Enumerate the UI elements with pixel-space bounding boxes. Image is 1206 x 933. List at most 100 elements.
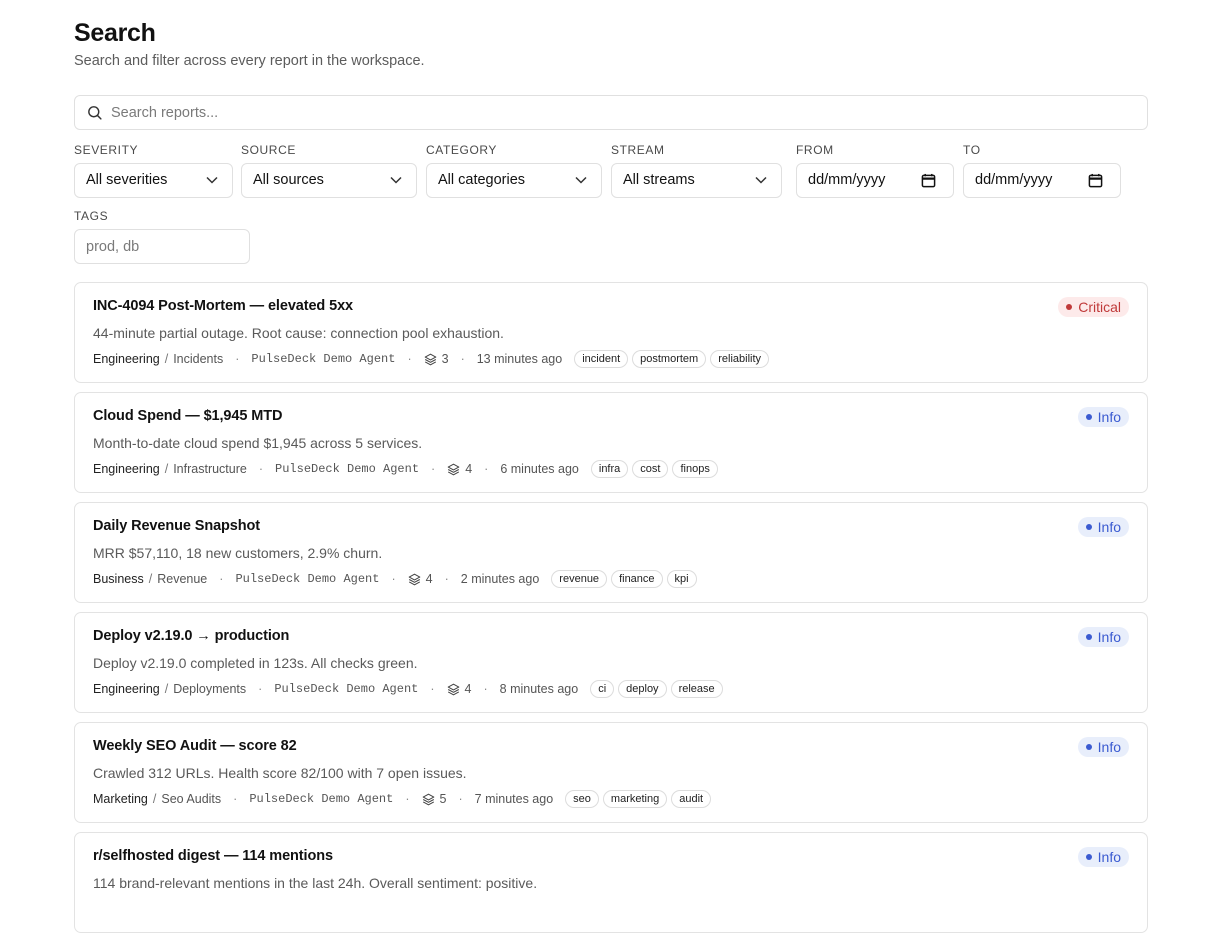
tag-chip[interactable]: deploy [618,680,667,698]
separator-dot: · [258,462,264,476]
severity-dot [1085,744,1092,750]
report-stream[interactable]: Engineering [93,682,160,696]
severity-select[interactable]: All severities [74,163,233,198]
severity-badge: Info [1077,847,1129,867]
report-title[interactable]: Weekly SEO Audit — score 82 [93,738,297,754]
stream-select-value: All streams [623,172,695,188]
report-meta: Business / Revenue · PulseDeck Demo Agent · 4 ·… [93,570,697,588]
layers-icon [447,683,459,695]
report-category[interactable]: Deployments [173,682,246,696]
from-date-input[interactable]: dd/mm/yyyy [796,163,954,198]
report-sections: 4 [447,462,472,476]
report-category[interactable]: Incidents [173,352,223,366]
separator-slash: / [152,792,157,806]
search-input[interactable] [111,96,1131,129]
to-date-input[interactable]: dd/mm/yyyy [963,163,1121,198]
report-title[interactable]: Cloud Spend — $1,945 MTD [93,408,282,424]
separator-dot: · [233,792,238,806]
separator-dot: · [258,682,263,696]
report-title[interactable]: Daily Revenue Snapshot [93,518,260,534]
report-card[interactable]: Weekly SEO Audit — score 82 Info Crawled 3… [74,722,1148,823]
tag-chip[interactable]: postmortem [632,350,707,368]
tags-input[interactable] [86,230,236,263]
report-stream[interactable]: Marketing [93,792,148,806]
tag-chip[interactable]: marketing [602,790,668,808]
severity-label: Info [1097,629,1121,645]
severity-label: Info [1097,519,1121,535]
layers-icon [422,793,434,805]
report-title[interactable]: r/selfhosted digest — 114 mentions [93,848,333,864]
report-time: 2 minutes ago [460,572,540,586]
report-category[interactable]: Infrastructure [173,462,247,476]
separator-slash: / [164,462,169,476]
tag-chip[interactable]: reliability [710,350,770,368]
report-description: Deploy v2.19.0 completed in 123s. All ch… [93,655,418,671]
layers-icon [408,573,420,585]
source-select-value: All sources [253,172,324,188]
severity-dot [1085,634,1092,640]
separator-slash: / [164,352,169,366]
report-meta: Engineering / Incidents · PulseDeck Demo Age… [93,350,770,368]
report-card[interactable]: r/selfhosted digest — 114 mentions Info 11… [74,832,1148,933]
severity-label: Info [1097,849,1121,865]
category-select-value: All categories [438,172,526,188]
tags-input-box[interactable] [74,229,250,264]
from-date-value: dd/mm/yyyy [808,172,886,188]
report-stream[interactable]: Business [93,572,144,586]
severity-badge: Info [1077,517,1129,537]
stream-select[interactable]: All streams [611,163,782,198]
report-card[interactable]: Cloud Spend — $1,945 MTD Info Month-to-dat… [74,392,1148,493]
calendar-icon[interactable] [921,173,936,188]
report-card[interactable]: Deploy v2.19.0 → production Info Deploy v2… [74,612,1148,713]
report-description: Crawled 312 URLs. Health score 82/100 wi… [93,765,467,781]
tag-chip[interactable]: finops [672,460,718,478]
section-count: 4 [465,462,473,476]
tag-chip[interactable]: revenue [551,570,608,588]
report-card[interactable]: INC-4094 Post-Mortem — elevated 5xx Criti… [74,282,1148,383]
report-tags: seo marketing audit [565,790,712,808]
report-agent: PulseDeck Demo Agent [249,792,394,806]
category-select[interactable]: All categories [426,163,602,198]
tags-label: TAGS [74,209,109,223]
tag-chip[interactable]: finance [611,570,663,588]
tag-chip[interactable]: infra [590,460,629,478]
report-sections: 4 [408,572,433,586]
report-description: MRR $57,110, 18 new customers, 2.9% chur… [93,545,383,561]
report-agent: PulseDeck Demo Agent [235,572,380,586]
report-description: 44-minute partial outage. Root cause: co… [93,325,504,341]
report-title[interactable]: INC-4094 Post-Mortem — elevated 5xx [93,298,353,314]
report-card[interactable]: Daily Revenue Snapshot Info MRR $57,110, 1… [74,502,1148,603]
severity-dot [1085,524,1092,530]
report-stream[interactable]: Engineering [93,462,160,476]
separator-dot: · [407,352,412,366]
separator-dot: · [235,352,240,366]
separator-dot: · [430,682,435,696]
separator-dot: · [219,572,224,586]
tag-chip[interactable]: kpi [666,570,697,588]
tag-chip[interactable]: audit [671,790,712,808]
separator-dot: · [460,352,465,366]
source-select[interactable]: All sources [241,163,417,198]
report-agent: PulseDeck Demo Agent [275,462,420,476]
report-category[interactable]: Revenue [157,572,207,586]
tag-chip[interactable]: seo [565,790,599,808]
layers-icon [447,463,460,475]
report-title[interactable]: Deploy v2.19.0 → production [93,628,289,644]
section-count: 4 [425,572,433,586]
tag-chip[interactable]: release [670,680,723,698]
tag-chip[interactable]: ci [590,680,615,698]
calendar-icon[interactable] [1088,173,1103,188]
severity-dot [1085,854,1092,860]
report-tags: incident postmortem reliability [574,350,770,368]
report-meta: Marketing / Seo Audits · PulseDeck Demo Agen… [93,790,712,808]
search-box[interactable] [74,95,1148,130]
severity-dot [1066,304,1073,310]
report-category[interactable]: Seo Audits [161,792,221,806]
section-count: 3 [441,352,449,366]
chevron-down-icon [390,176,402,184]
tag-chip[interactable]: cost [632,460,669,478]
report-stream[interactable]: Engineering [93,352,160,366]
chevron-down-icon [206,176,218,184]
layers-icon [424,353,436,365]
tag-chip[interactable]: incident [574,350,629,368]
